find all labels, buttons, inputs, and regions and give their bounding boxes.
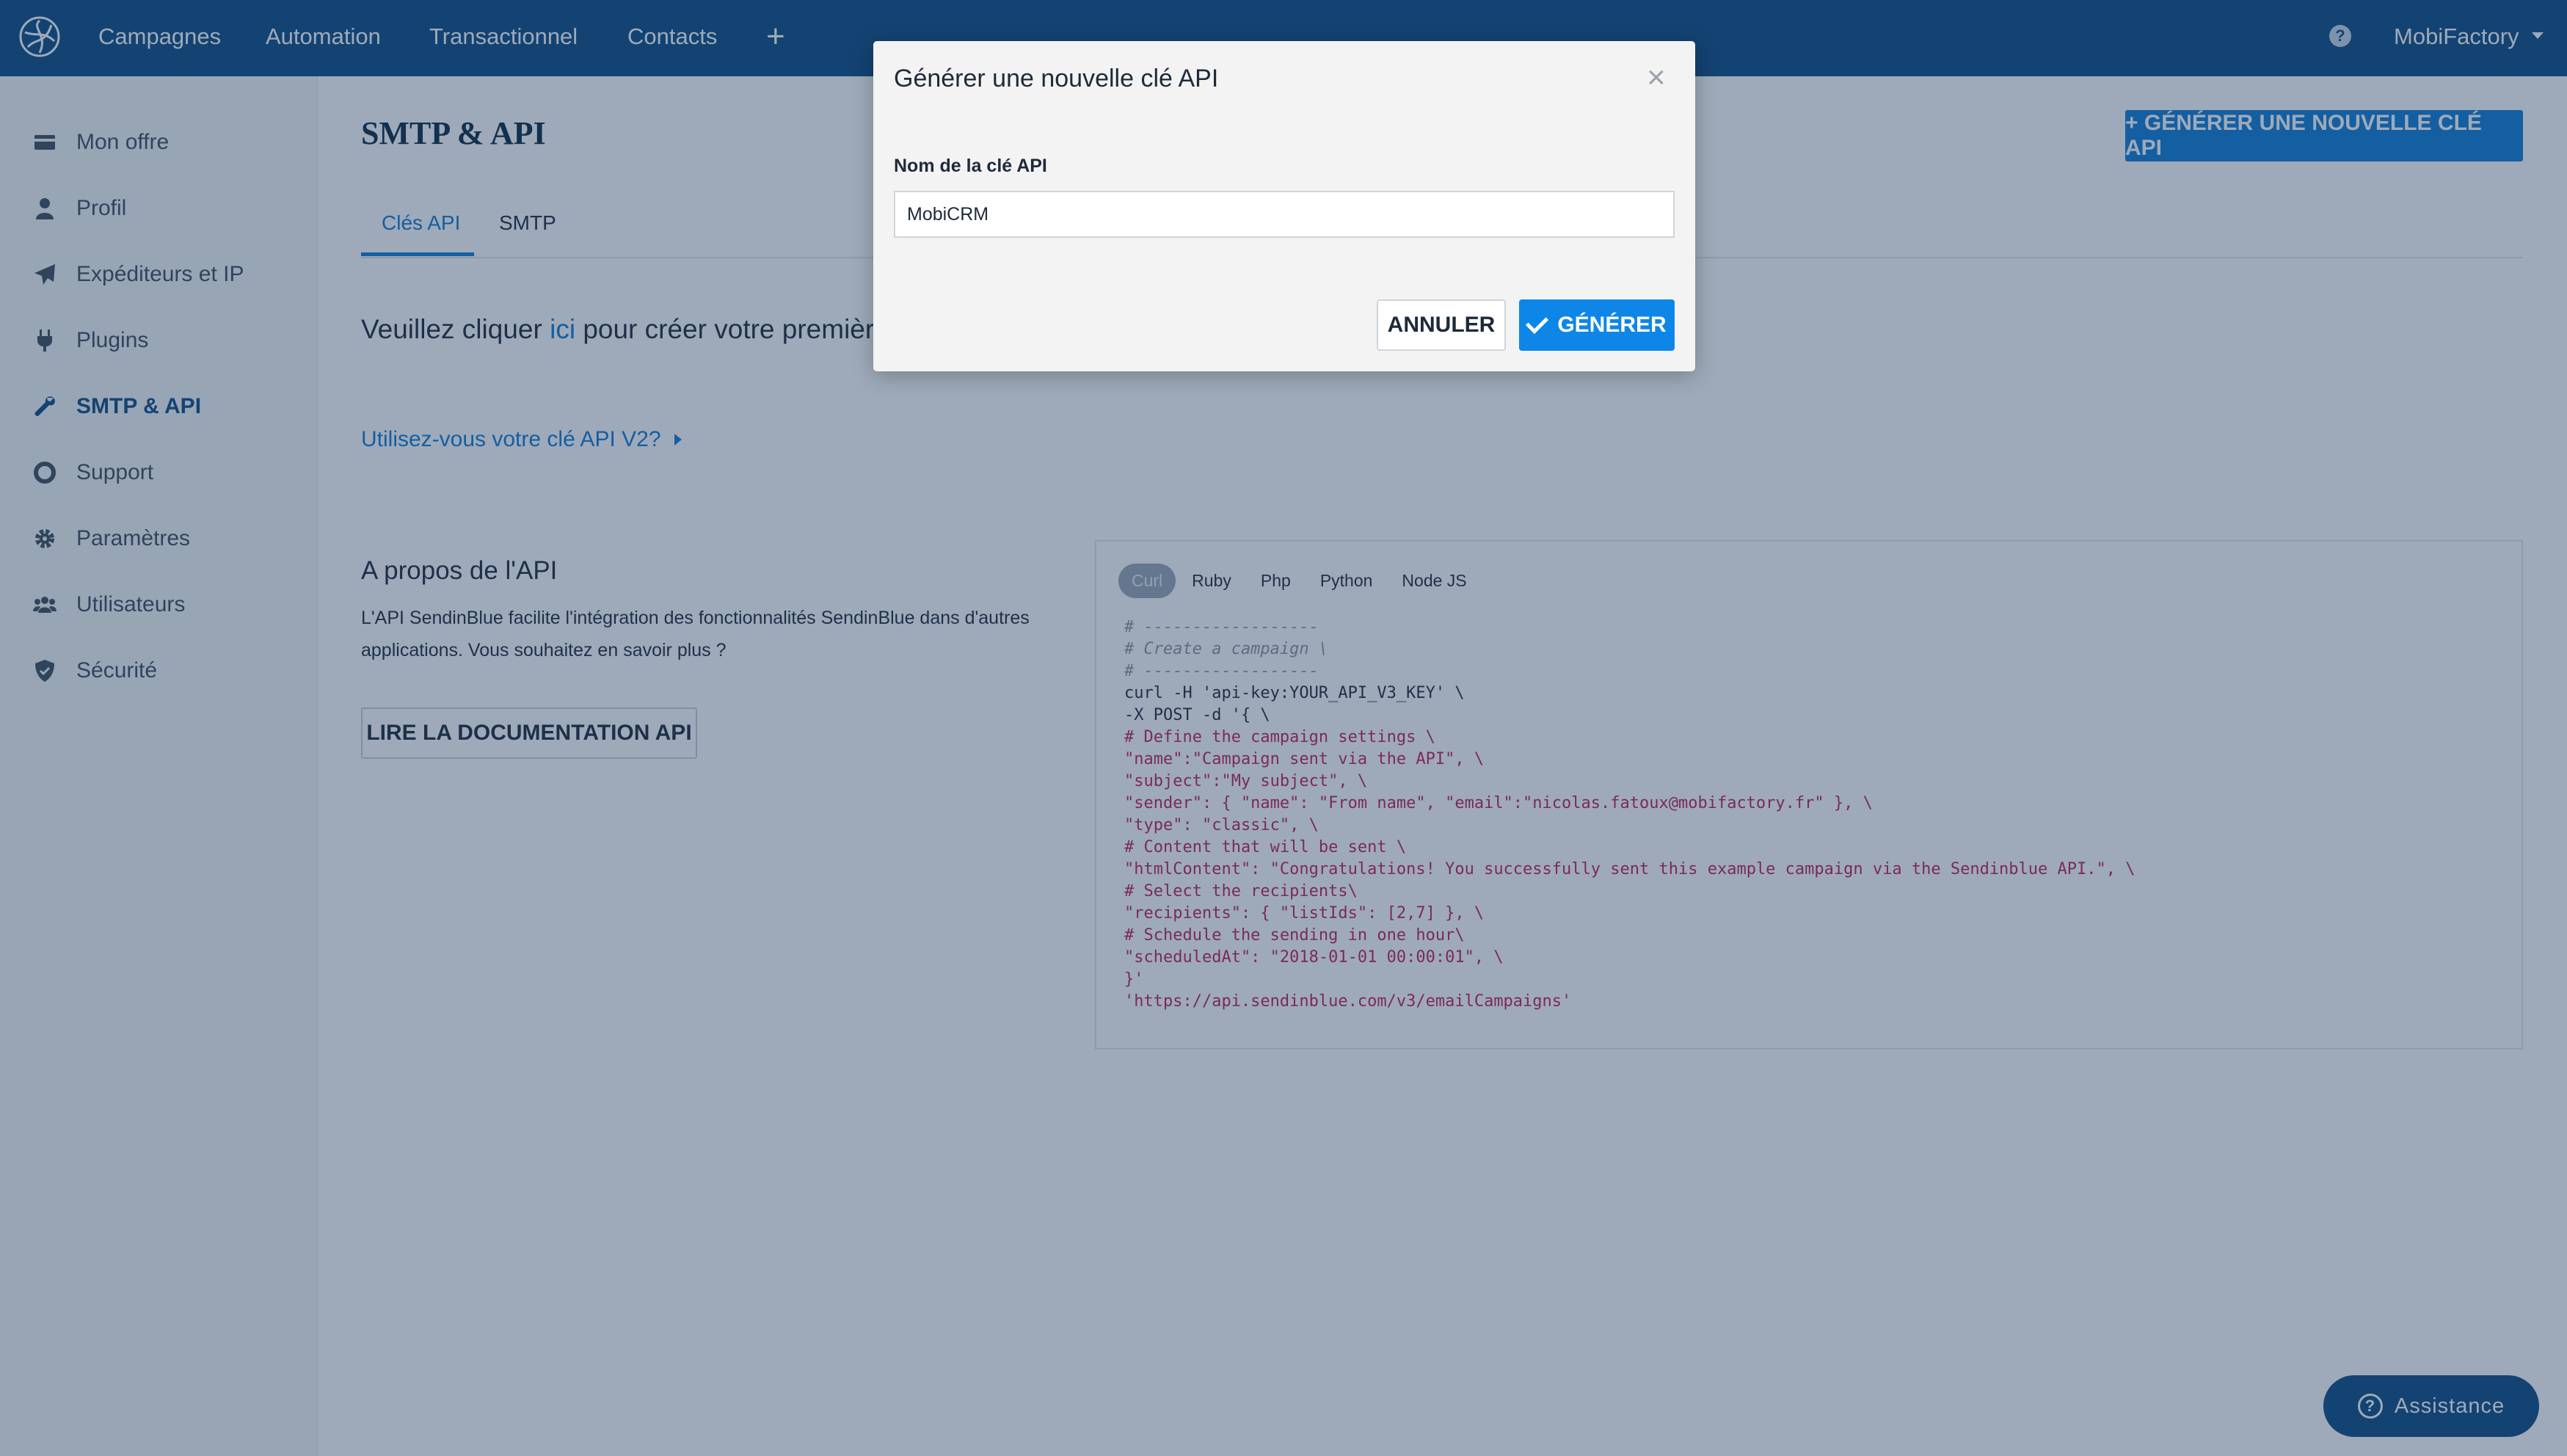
generate-api-key-modal: Générer une nouvelle clé API × Nom de la… [873,41,1695,371]
check-icon [1526,310,1549,334]
api-key-name-input[interactable]: MobiCRM [894,191,1675,238]
cancel-button[interactable]: ANNULER [1377,299,1506,351]
generate-button[interactable]: GÉNÉRER [1519,299,1675,351]
generate-button-label: GÉNÉRER [1557,313,1667,337]
api-key-name-label: Nom de la clé API [894,156,1047,176]
modal-title: Générer une nouvelle clé API [894,65,1219,92]
close-icon[interactable]: × [1647,62,1666,94]
